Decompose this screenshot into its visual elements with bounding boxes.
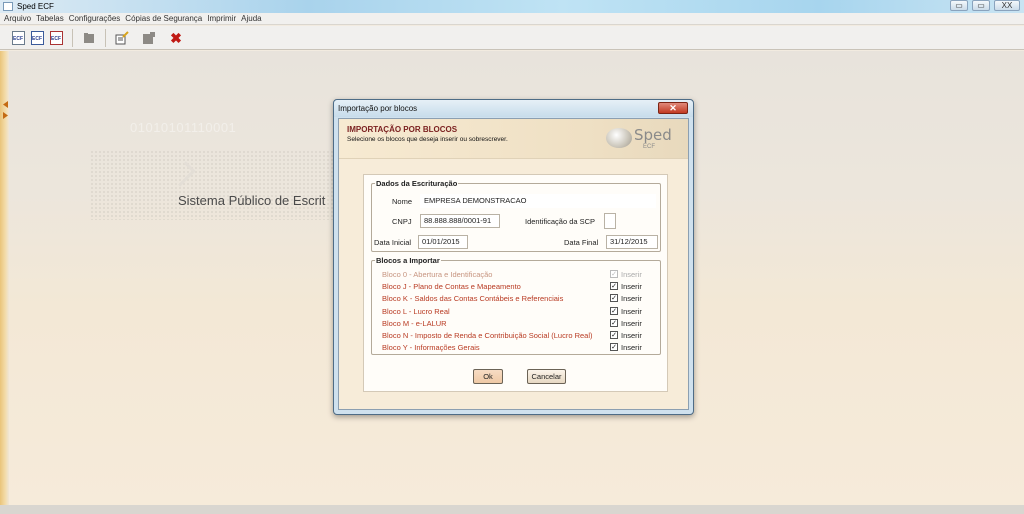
menu-copias-de-seguranca[interactable]: Cópias de Segurança bbox=[125, 14, 202, 23]
dialog-content-panel: Dados da Escrituração Nome EMPRESA DEMON… bbox=[363, 174, 668, 392]
block-label: Bloco J - Plano de Contas e Mapeamento bbox=[382, 282, 521, 292]
inserir-label: Inserir bbox=[621, 318, 642, 328]
dialog-header-subtitle: Selecione os blocos que deseja inserir o… bbox=[347, 136, 508, 143]
window-controls: ▭ ▭ XX bbox=[950, 0, 1020, 12]
block-label: Bloco L - Lucro Real bbox=[382, 306, 450, 316]
document-icon[interactable] bbox=[141, 30, 157, 46]
folder-icon[interactable] bbox=[81, 30, 97, 46]
nome-label: Nome bbox=[392, 197, 413, 206]
menu-imprimir[interactable]: Imprimir bbox=[207, 14, 236, 23]
inserir-checkbox[interactable]: ✓ bbox=[610, 331, 618, 339]
blocos-importar-group: Blocos a Importar Bloco 0 - Abertura e I… bbox=[371, 256, 661, 355]
background-binary-text: 01010101110001 bbox=[130, 120, 237, 135]
block-row: Bloco J - Plano de Contas e Mapeamento ✓ I… bbox=[382, 281, 652, 293]
inserir-label: Inserir bbox=[621, 294, 642, 304]
import-blocks-dialog: Importação por blocos ✕ IMPORTAÇÃO POR B… bbox=[333, 99, 694, 415]
block-label: Bloco M - e-LALUR bbox=[382, 318, 447, 328]
data-inicial-label: Data Inicial bbox=[374, 238, 412, 247]
dados-escrituracao-legend: Dados da Escrituração bbox=[376, 179, 458, 188]
delete-icon[interactable]: ✖ bbox=[168, 30, 184, 46]
ecf-import-icon[interactable]: ECF bbox=[48, 30, 64, 46]
block-label: Bloco N - Imposto de Renda e Contribuiçã… bbox=[382, 331, 593, 340]
dialog-close-button[interactable]: ✕ bbox=[658, 102, 688, 114]
ok-button[interactable]: Ok bbox=[473, 369, 503, 384]
data-inicial-field[interactable]: 01/01/2015 bbox=[418, 235, 468, 249]
data-final-field[interactable]: 31/12/2015 bbox=[606, 235, 658, 249]
ecf-badge: ECF bbox=[30, 30, 44, 45]
maximize-button[interactable]: ▭ bbox=[972, 0, 990, 11]
sped-logo: Sped ECF bbox=[606, 125, 676, 153]
blocos-importar-legend: Blocos a Importar bbox=[376, 256, 440, 265]
toolbar: ECF ECF ECF ✖ bbox=[0, 26, 1024, 50]
menu-configuracoes[interactable]: Configurações bbox=[69, 14, 121, 23]
toolbar-separator bbox=[72, 28, 73, 47]
edit-icon[interactable] bbox=[114, 30, 130, 46]
side-panel-strip bbox=[0, 51, 9, 514]
block-row: Bloco Y - Informações Gerais ✓ Inserir bbox=[382, 342, 652, 354]
block-label: Bloco K - Saldos das Contas Contábeis e … bbox=[382, 294, 564, 304]
inserir-label: Inserir bbox=[621, 270, 642, 279]
inserir-checkbox[interactable]: ✓ bbox=[610, 282, 618, 291]
sped-logo-word: Sped bbox=[634, 126, 672, 144]
close-window-button[interactable]: XX bbox=[994, 0, 1020, 11]
ecf-new-icon[interactable]: ECF bbox=[10, 30, 26, 46]
block-row: Bloco 0 - Abertura e Identificação ✓ Inser… bbox=[382, 269, 652, 281]
nome-field: EMPRESA DEMONSTRACAO bbox=[420, 194, 656, 208]
inserir-label: Inserir bbox=[621, 306, 642, 316]
expand-arrow-icon[interactable] bbox=[3, 112, 8, 119]
cnpj-label: CNPJ bbox=[392, 217, 412, 226]
inserir-checkbox[interactable]: ✓ bbox=[610, 318, 618, 327]
menu-bar: Arquivo Tabelas Configurações Cópias de … bbox=[0, 13, 1024, 25]
dialog-header-title: IMPORTAÇÃO POR BLOCOS bbox=[347, 125, 458, 134]
ecf-open-icon[interactable]: ECF bbox=[29, 30, 45, 46]
toolbar-separator bbox=[105, 28, 106, 47]
sped-logo-disc bbox=[606, 128, 632, 148]
background-system-title: Sistema Público de Escrit bbox=[178, 193, 326, 208]
inserir-label: Inserir bbox=[621, 343, 642, 353]
dados-escrituracao-group: Dados da Escrituração Nome EMPRESA DEMON… bbox=[371, 179, 661, 252]
ecf-badge: ECF bbox=[49, 30, 63, 45]
sped-logo-sub: ECF bbox=[643, 144, 655, 150]
block-label: Bloco 0 - Abertura e Identificação bbox=[382, 270, 493, 279]
block-row: Bloco N - Imposto de Renda e Contribuiçã… bbox=[382, 330, 652, 342]
scp-field[interactable] bbox=[604, 213, 616, 229]
menu-arquivo[interactable]: Arquivo bbox=[4, 14, 31, 23]
dialog-title: Importação por blocos bbox=[338, 104, 418, 113]
cnpj-field[interactable]: 88.888.888/0001-91 bbox=[420, 214, 500, 228]
inserir-checkbox: ✓ bbox=[610, 270, 618, 278]
minimize-button[interactable]: ▭ bbox=[950, 0, 968, 11]
block-row: Bloco M - e-LALUR ✓ Inserir bbox=[382, 318, 652, 330]
collapse-arrow-icon[interactable] bbox=[3, 101, 8, 108]
menu-tabelas[interactable]: Tabelas bbox=[36, 14, 64, 23]
background-dots bbox=[90, 150, 340, 220]
delete-glyph: ✖ bbox=[170, 29, 182, 46]
window-titlebar: Sped ECF ▭ ▭ XX bbox=[0, 0, 1024, 13]
inserir-checkbox[interactable]: ✓ bbox=[610, 294, 618, 303]
inserir-label: Inserir bbox=[621, 331, 642, 340]
window-title: Sped ECF bbox=[17, 2, 54, 11]
block-label: Bloco Y - Informações Gerais bbox=[382, 343, 480, 353]
scp-label: Identificação da SCP bbox=[525, 217, 596, 226]
dialog-body: IMPORTAÇÃO POR BLOCOS Selecione os bloco… bbox=[338, 118, 689, 410]
block-row: Bloco K - Saldos das Contas Contábeis e … bbox=[382, 293, 652, 305]
dialog-header: IMPORTAÇÃO POR BLOCOS Selecione os bloco… bbox=[339, 119, 688, 159]
menu-ajuda[interactable]: Ajuda bbox=[241, 14, 261, 23]
inserir-checkbox[interactable]: ✓ bbox=[610, 343, 618, 352]
block-row: Bloco L - Lucro Real ✓ Inserir bbox=[382, 306, 652, 318]
data-final-label: Data Final bbox=[564, 238, 599, 247]
app-icon bbox=[3, 2, 13, 11]
dialog-titlebar: Importação por blocos ✕ bbox=[334, 100, 693, 117]
status-bar bbox=[0, 505, 1024, 514]
ecf-badge: ECF bbox=[11, 30, 25, 45]
cancel-button[interactable]: Cancelar bbox=[527, 369, 566, 384]
inserir-checkbox[interactable]: ✓ bbox=[610, 306, 618, 315]
inserir-label: Inserir bbox=[621, 282, 642, 292]
